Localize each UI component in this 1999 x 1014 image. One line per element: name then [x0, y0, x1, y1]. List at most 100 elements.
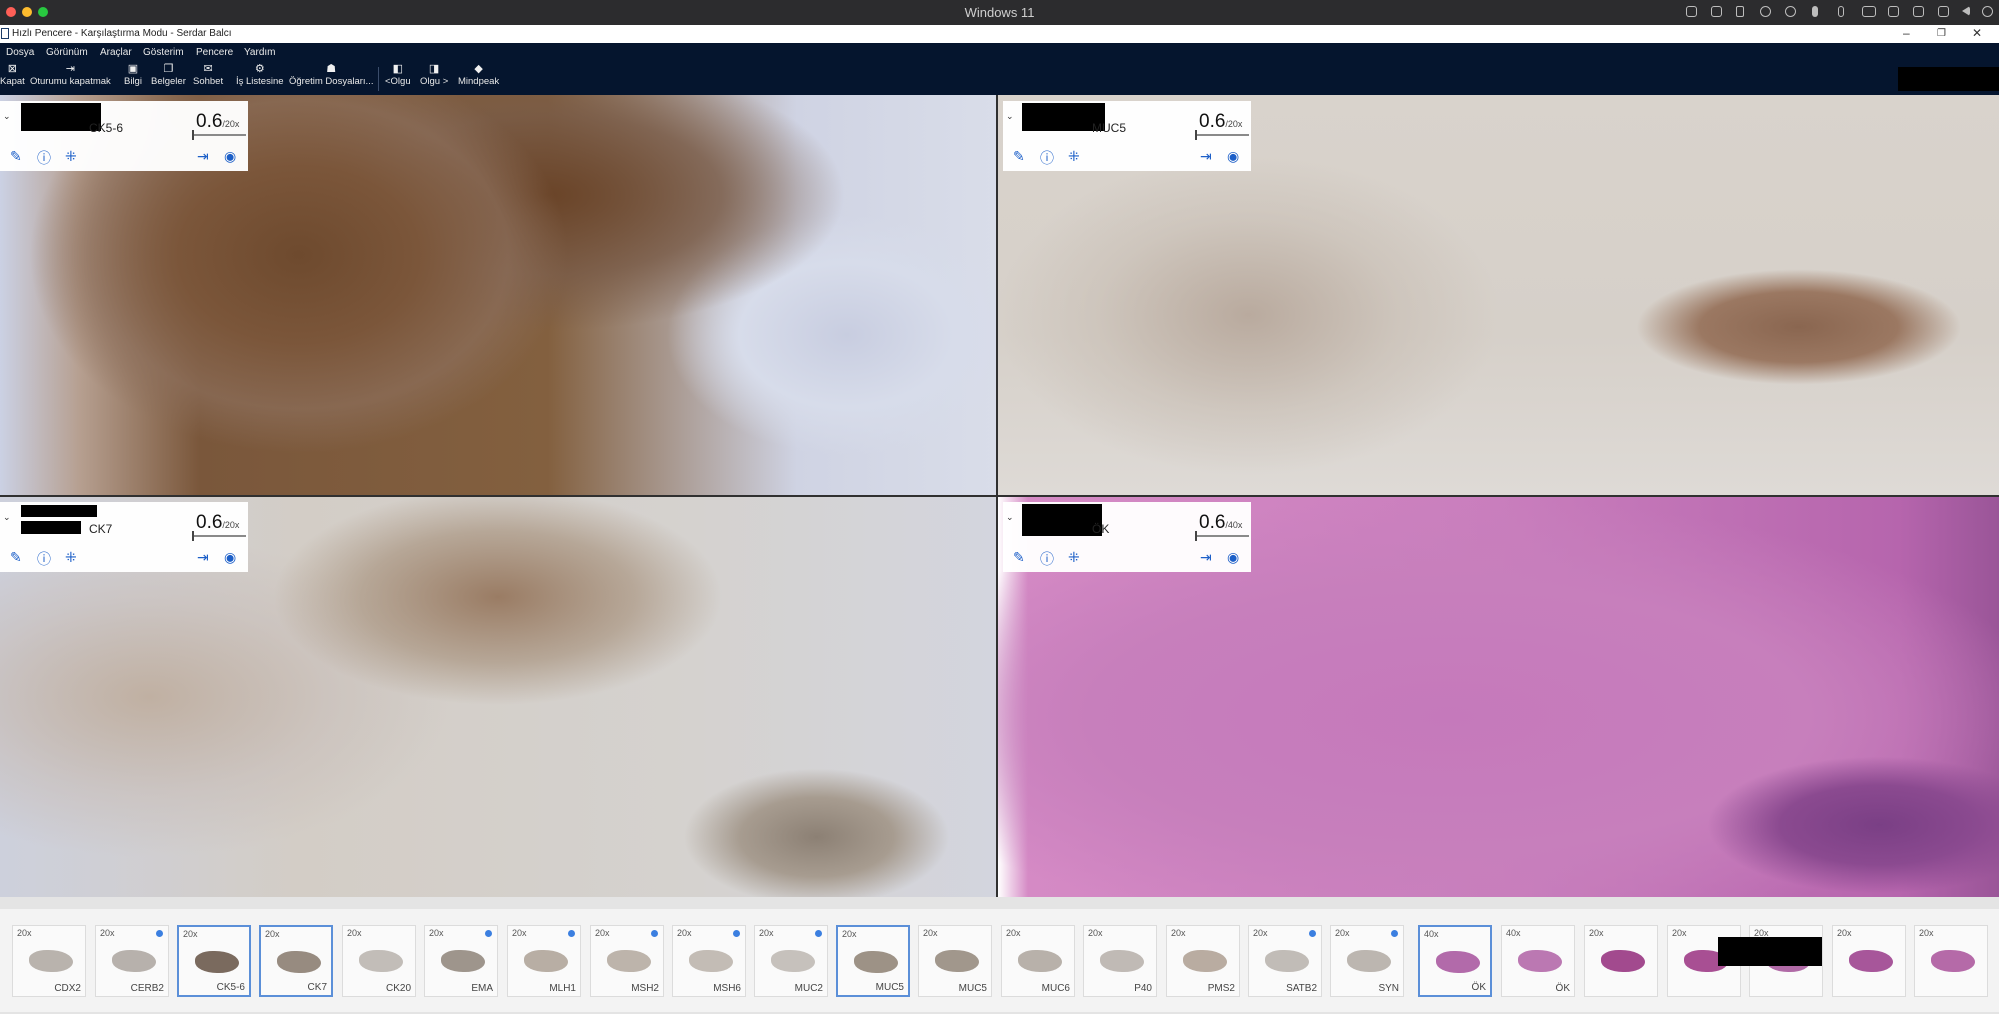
keyboard-icon[interactable] [1686, 6, 1697, 17]
menu-window[interactable]: Pencere [196, 47, 233, 58]
visibility-icon[interactable]: ◉ [224, 148, 236, 165]
teaching-files-button[interactable]: ☗ Öğretim Dosyaları... [289, 63, 373, 87]
thumbnail-stain-label: CERB2 [130, 983, 164, 994]
screen-icon[interactable] [1938, 6, 1949, 17]
shared-folder-icon[interactable] [1913, 6, 1924, 17]
slide-thumbnail[interactable]: 20x MUC2 [754, 925, 828, 997]
drive-icon[interactable] [1862, 6, 1876, 17]
info-icon[interactable]: ⓘ [1040, 148, 1054, 168]
usb-icon[interactable] [1736, 6, 1744, 17]
next-case-button[interactable]: ◨ Olgu > [420, 63, 448, 87]
slide-thumbnail[interactable]: 20x CK20 [342, 925, 416, 997]
sync-icon[interactable]: ⇥ [1200, 549, 1212, 566]
collapse-chevron-icon[interactable]: ⌄ [1006, 111, 1014, 122]
slide-thumbnail[interactable]: 20x [1832, 925, 1906, 997]
chat-icon: ✉ [203, 63, 213, 75]
window-title-bar: Hızlı Pencere - Karşılaştırma Modu - Ser… [0, 25, 1999, 43]
zoom-slider[interactable] [192, 531, 246, 541]
back-arrow-icon[interactable] [1962, 6, 1970, 16]
visibility-icon[interactable]: ◉ [224, 549, 236, 566]
thumbnail-magnification: 20x [1837, 928, 1852, 938]
mindpeak-button[interactable]: ◆ Mindpeak [458, 63, 499, 87]
microphone-icon[interactable] [1838, 6, 1844, 17]
collapse-chevron-icon[interactable]: ⌄ [3, 512, 11, 523]
slide-thumbnail[interactable]: 40x ÖK [1418, 925, 1492, 997]
thumbnail-magnification: 40x [1506, 928, 1521, 938]
chat-button[interactable]: ✉ Sohbet [193, 63, 223, 87]
worklist-button[interactable]: ⚙ İş Listesine [236, 63, 284, 87]
menu-tools[interactable]: Araçlar [100, 47, 132, 58]
slide-thumbnail[interactable]: 20x MUC5 [918, 925, 992, 997]
info-icon[interactable]: ⓘ [37, 549, 51, 569]
slide-thumbnail[interactable]: 20x CERB2 [95, 925, 169, 997]
slide-thumbnail[interactable]: 20x MLH1 [507, 925, 581, 997]
annotate-pen-icon[interactable]: ✎ [10, 148, 22, 165]
slide-thumbnail[interactable]: 20x SYN [1330, 925, 1404, 997]
annotate-pen-icon[interactable]: ✎ [10, 549, 22, 566]
slide-thumbnail[interactable]: 20x MUC6 [1001, 925, 1075, 997]
settings-icon[interactable] [1982, 6, 1993, 17]
slide-thumbnail[interactable]: 20x CDX2 [12, 925, 86, 997]
slide-thumbnail[interactable]: 20x MSH6 [672, 925, 746, 997]
collapse-chevron-icon[interactable]: ⌄ [3, 111, 11, 122]
close-icon: ⊠ [7, 63, 18, 75]
info-icon[interactable]: ⓘ [37, 148, 51, 168]
annotate-pen-icon[interactable]: ✎ [1013, 549, 1025, 566]
logout-button[interactable]: ⇥ Oturumu kapatmak [30, 63, 111, 87]
network-icon[interactable] [1760, 6, 1771, 17]
previous-case-button[interactable]: ◧ <Olgu [385, 63, 411, 87]
annotate-pen-icon[interactable]: ✎ [1013, 148, 1025, 165]
collapse-chevron-icon[interactable]: ⌄ [1006, 512, 1014, 523]
annotation-indicator-icon [156, 930, 163, 937]
zoom-slider[interactable] [1195, 531, 1249, 541]
tissue-preview-image [1018, 950, 1062, 972]
info-icon[interactable]: ⓘ [1040, 549, 1054, 569]
camera-icon[interactable] [1888, 6, 1899, 17]
globe-icon[interactable] [1785, 6, 1796, 17]
slide-thumbnail[interactable]: 20x [1914, 925, 1988, 997]
logout-icon: ⇥ [65, 63, 75, 75]
adjust-icon[interactable]: ⁜ [65, 549, 77, 566]
zoom-slider[interactable] [192, 130, 246, 140]
documents-icon: ❐ [163, 63, 174, 75]
visibility-icon[interactable]: ◉ [1227, 549, 1239, 566]
sync-icon[interactable]: ⇥ [1200, 148, 1212, 165]
menu-view[interactable]: Görünüm [46, 47, 88, 58]
visibility-icon[interactable]: ◉ [1227, 148, 1239, 165]
info-button[interactable]: ▣ Bilgi [124, 63, 142, 87]
slide-thumbnail[interactable]: 20x CK5-6 [177, 925, 251, 997]
minimize-button[interactable]: – [1903, 26, 1910, 40]
menu-help[interactable]: Yardım [244, 47, 276, 58]
thumbnail-magnification: 20x [759, 928, 774, 938]
toolbar: ⊠ Kapat ⇥ Oturumu kapatmak ▣ Bilgi ❐ Belgele… [0, 61, 1999, 95]
maximize-button[interactable]: ❐ [1937, 28, 1946, 39]
close-window-button[interactable]: ✕ [1972, 26, 1982, 40]
adjust-icon[interactable]: ⁜ [1068, 148, 1080, 165]
pane-splitter-horizontal[interactable] [0, 495, 1999, 497]
display-icon[interactable] [1711, 6, 1722, 17]
slide-thumbnail[interactable]: 20x MUC5 [836, 925, 910, 997]
tissue-preview-image [1931, 950, 1975, 972]
sync-icon[interactable]: ⇥ [197, 148, 209, 165]
slide-thumbnail[interactable]: 20x EMA [424, 925, 498, 997]
slide-thumbnail[interactable]: 20x SATB2 [1248, 925, 1322, 997]
slide-thumbnail[interactable]: 20x PMS2 [1166, 925, 1240, 997]
thumbnail-stain-label: P40 [1134, 983, 1152, 994]
slide-thumbnail[interactable]: 20x MSH2 [590, 925, 664, 997]
slide-thumbnail[interactable]: 20x [1584, 925, 1658, 997]
speaker-icon[interactable] [1812, 6, 1818, 17]
thumbnail-magnification: 40x [1424, 929, 1439, 939]
menu-display[interactable]: Gösterim [143, 47, 184, 58]
slide-thumbnail[interactable]: 40x ÖK [1501, 925, 1575, 997]
close-button[interactable]: ⊠ Kapat [0, 63, 25, 87]
slide-thumbnail[interactable]: 20x P40 [1083, 925, 1157, 997]
thumbnail-stain-label: MUC2 [794, 983, 823, 994]
adjust-icon[interactable]: ⁜ [1068, 549, 1080, 566]
adjust-icon[interactable]: ⁜ [65, 148, 77, 165]
documents-button[interactable]: ❐ Belgeler [151, 63, 186, 87]
thumbnail-stain-label: MUC6 [1041, 983, 1070, 994]
slide-thumbnail[interactable]: 20x CK7 [259, 925, 333, 997]
zoom-slider[interactable] [1195, 130, 1249, 140]
menu-file[interactable]: Dosya [6, 47, 34, 58]
sync-icon[interactable]: ⇥ [197, 549, 209, 566]
